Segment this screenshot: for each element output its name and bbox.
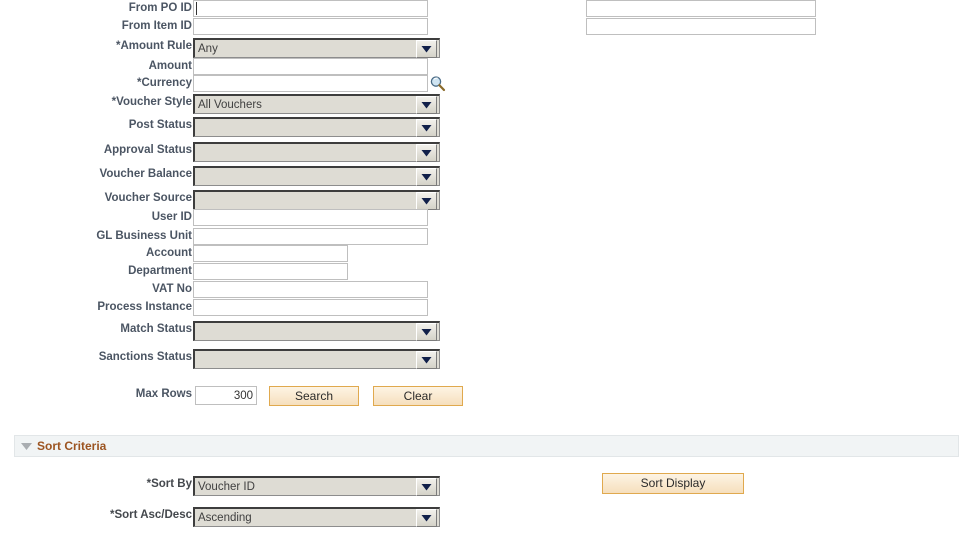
chevron-down-icon[interactable] [416, 118, 437, 137]
field-row: From Item ID [0, 18, 428, 36]
field-wrap-department [193, 263, 348, 280]
label-account: Account [146, 247, 192, 259]
label-approval-status: Approval Status [103, 144, 192, 156]
field-wrap-account [193, 245, 348, 262]
field-row: GL Business Unit [0, 228, 428, 246]
sort-display-button[interactable]: Sort Display [602, 473, 744, 494]
select-amount-rule[interactable]: Any [193, 38, 440, 58]
input-vat-no[interactable] [193, 281, 428, 298]
max-rows-and-actions-row: Max Rows Search Clear [0, 386, 463, 406]
field-wrap-from-po-id [193, 0, 428, 17]
chevron-down-icon[interactable] [416, 477, 437, 496]
select-voucher-source[interactable] [193, 190, 440, 210]
top-right-field-2[interactable] [586, 18, 816, 35]
clear-button[interactable]: Clear [373, 386, 463, 406]
label-amount-rule: *Amount Rule [115, 40, 192, 52]
input-department[interactable] [193, 263, 348, 280]
field-row: Voucher Source [0, 190, 440, 210]
field-row: *Amount Rule Any [0, 38, 440, 58]
field-wrap-from-item-id [193, 18, 428, 35]
label-amount: Amount [148, 60, 192, 72]
text-caret [196, 2, 197, 15]
label-match-status: Match Status [120, 323, 192, 335]
chevron-down-icon[interactable] [416, 95, 437, 114]
input-currency[interactable] [193, 75, 428, 92]
sort-by-row: *Sort By Voucher ID [0, 476, 440, 496]
field-row: Post Status [0, 117, 440, 137]
select-match-status[interactable] [193, 321, 440, 341]
sort-by-label: *Sort By [146, 478, 192, 490]
sort-by-value: Voucher ID [198, 480, 255, 493]
chevron-down-icon[interactable] [416, 143, 437, 162]
sort-order-row: *Sort Asc/Desc Ascending [0, 507, 440, 527]
chevron-down-icon[interactable] [416, 322, 437, 341]
label-gl-business-unit: GL Business Unit [96, 230, 192, 242]
label-currency: *Currency [137, 77, 192, 89]
select-voucher-balance[interactable] [193, 166, 440, 186]
chevron-down-icon[interactable] [416, 191, 437, 210]
field-wrap-amount [193, 58, 428, 75]
select-post-status[interactable] [193, 117, 440, 137]
sort-order-label: *Sort Asc/Desc [109, 509, 192, 521]
select-value-voucher-style: All Vouchers [198, 98, 262, 111]
field-wrap-currency [193, 75, 446, 92]
label-from-item-id: From Item ID [121, 20, 192, 32]
select-voucher-style[interactable]: All Vouchers [193, 94, 440, 114]
field-row: Approval Status [0, 142, 440, 162]
field-wrap-user-id [193, 209, 428, 226]
field-wrap-gl-business-unit [193, 228, 428, 245]
chevron-down-icon[interactable] [416, 350, 437, 369]
field-wrap-process-instance [193, 299, 428, 316]
input-process-instance[interactable] [193, 299, 428, 316]
chevron-down-icon[interactable] [416, 508, 437, 527]
label-process-instance: Process Instance [97, 301, 192, 313]
label-user-id: User ID [151, 211, 192, 223]
input-from-po-id[interactable] [193, 0, 428, 17]
label-vat-no: VAT No [152, 283, 192, 295]
field-row: Match Status [0, 321, 440, 341]
search-button[interactable]: Search [269, 386, 359, 406]
triangle-down-icon[interactable] [19, 439, 33, 453]
field-row: Account [0, 245, 348, 263]
sort-criteria-header[interactable]: Sort Criteria [14, 435, 959, 457]
label-department: Department [128, 265, 192, 277]
sort-by-select[interactable]: Voucher ID [193, 476, 440, 496]
field-row: Department [0, 263, 348, 281]
input-user-id[interactable] [193, 209, 428, 226]
label-post-status: Post Status [128, 119, 192, 131]
input-account[interactable] [193, 245, 348, 262]
field-row: Amount [0, 58, 428, 76]
input-gl-business-unit[interactable] [193, 228, 428, 245]
sort-criteria-title: Sort Criteria [37, 439, 107, 453]
label-voucher-style: *Voucher Style [111, 96, 192, 108]
field-row: *Voucher Style All Vouchers [0, 94, 440, 114]
input-from-item-id[interactable] [193, 18, 428, 35]
max-rows-label: Max Rows [135, 388, 192, 400]
sort-order-value: Ascending [198, 511, 252, 524]
label-voucher-balance: Voucher Balance [99, 168, 192, 180]
lookup-search-icon[interactable] [429, 75, 446, 92]
label-voucher-source: Voucher Source [104, 192, 192, 204]
top-right-field-group [586, 0, 973, 35]
top-right-field-1[interactable] [586, 0, 816, 17]
field-row: Process Instance [0, 299, 428, 317]
max-rows-input[interactable] [195, 386, 257, 405]
select-sanctions-status[interactable] [193, 349, 440, 369]
chevron-down-icon[interactable] [416, 39, 437, 58]
field-row: From PO ID [0, 0, 428, 18]
field-row: Voucher Balance [0, 166, 440, 186]
label-sanctions-status: Sanctions Status [98, 351, 192, 363]
field-row: Sanctions Status [0, 349, 440, 369]
field-row: VAT No [0, 281, 428, 299]
field-row: *Currency [0, 75, 446, 93]
select-approval-status[interactable] [193, 142, 440, 162]
sort-order-select[interactable]: Ascending [193, 507, 440, 527]
select-value-amount-rule: Any [198, 42, 218, 55]
input-amount[interactable] [193, 58, 428, 75]
field-row: User ID [0, 209, 428, 227]
chevron-down-icon[interactable] [416, 167, 437, 186]
field-wrap-vat-no [193, 281, 428, 298]
label-from-po-id: From PO ID [128, 2, 192, 14]
